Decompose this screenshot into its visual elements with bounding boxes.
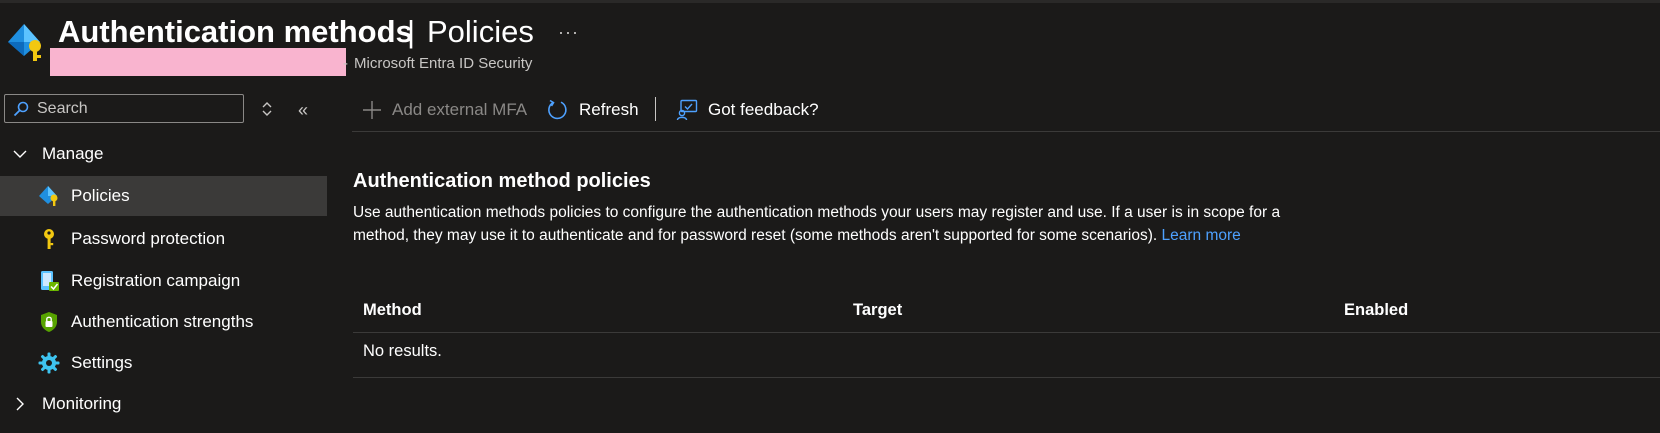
sidebar-item-settings[interactable]: Settings [0, 343, 327, 383]
page-title: Authentication methods [58, 14, 413, 49]
sidebar-item-authentication-strengths[interactable]: Authentication strengths [0, 302, 327, 342]
sidebar-group-label: Manage [42, 144, 104, 163]
refresh-button[interactable]: Refresh [547, 96, 639, 124]
page-subtitle: Policies [427, 14, 534, 49]
title-separator: | [407, 14, 416, 49]
auth-methods-app-icon [8, 24, 41, 61]
learn-more-link[interactable]: Learn more [1162, 227, 1241, 244]
sidebar-group-manage[interactable]: Manage [0, 136, 327, 172]
refresh-icon [548, 99, 567, 120]
top-border [0, 0, 1660, 3]
sidebar-item-policies[interactable]: Policies [0, 176, 327, 216]
section-description: Use authentication methods policies to c… [353, 201, 1303, 247]
chevron-down-icon [13, 150, 27, 158]
sidebar-item-label: Registration campaign [71, 271, 241, 290]
plus-icon [363, 101, 381, 119]
sidebar-search-box[interactable] [4, 94, 244, 123]
add-external-mfa-button[interactable]: Add external MFA [362, 96, 527, 124]
breadcrumb-dash: - [343, 55, 348, 72]
description-text: Use authentication methods policies to c… [353, 204, 1281, 244]
table-header-divider [353, 332, 1660, 333]
feedback-icon [676, 99, 698, 121]
sidebar-item-label: Policies [71, 186, 130, 205]
redacted-tenant-name [50, 48, 346, 76]
add-external-mfa-label: Add external MFA [392, 100, 528, 119]
toolbar-divider [655, 97, 656, 121]
device-check-icon [38, 270, 60, 292]
refresh-label: Refresh [579, 100, 639, 119]
sidebar-item-password-protection[interactable]: Password protection [0, 219, 327, 259]
key-icon [38, 228, 60, 250]
sort-updown-icon[interactable] [260, 101, 274, 117]
table-bottom-divider [353, 377, 1660, 378]
feedback-button[interactable]: Got feedback? [676, 96, 819, 124]
auth-methods-icon [38, 185, 60, 207]
toolbar-underline [352, 131, 1660, 132]
search-input[interactable] [35, 98, 239, 119]
chevron-right-icon [16, 397, 24, 411]
sidebar-item-label: Settings [71, 353, 133, 372]
breadcrumb-service: Microsoft Entra ID Security [354, 55, 533, 72]
section-title: Authentication method policies [353, 170, 651, 192]
gear-icon [38, 352, 60, 374]
column-header-target[interactable]: Target [853, 301, 902, 320]
sidebar-item-label: Password protection [71, 229, 226, 248]
collapse-sidebar-icon[interactable]: « [298, 100, 308, 121]
search-icon [13, 101, 29, 116]
feedback-label: Got feedback? [708, 100, 819, 119]
sidebar-item-registration-campaign[interactable]: Registration campaign [0, 261, 327, 301]
column-header-enabled[interactable]: Enabled [1344, 301, 1408, 320]
more-options-button[interactable]: ··· [558, 22, 579, 43]
shield-lock-icon [38, 311, 60, 333]
sidebar-item-label: Authentication strengths [71, 312, 254, 331]
table-empty-message: No results. [363, 342, 442, 360]
sidebar-group-monitoring[interactable]: Monitoring [0, 386, 327, 422]
column-header-method[interactable]: Method [363, 301, 422, 320]
sidebar-group-label: Monitoring [42, 394, 122, 413]
